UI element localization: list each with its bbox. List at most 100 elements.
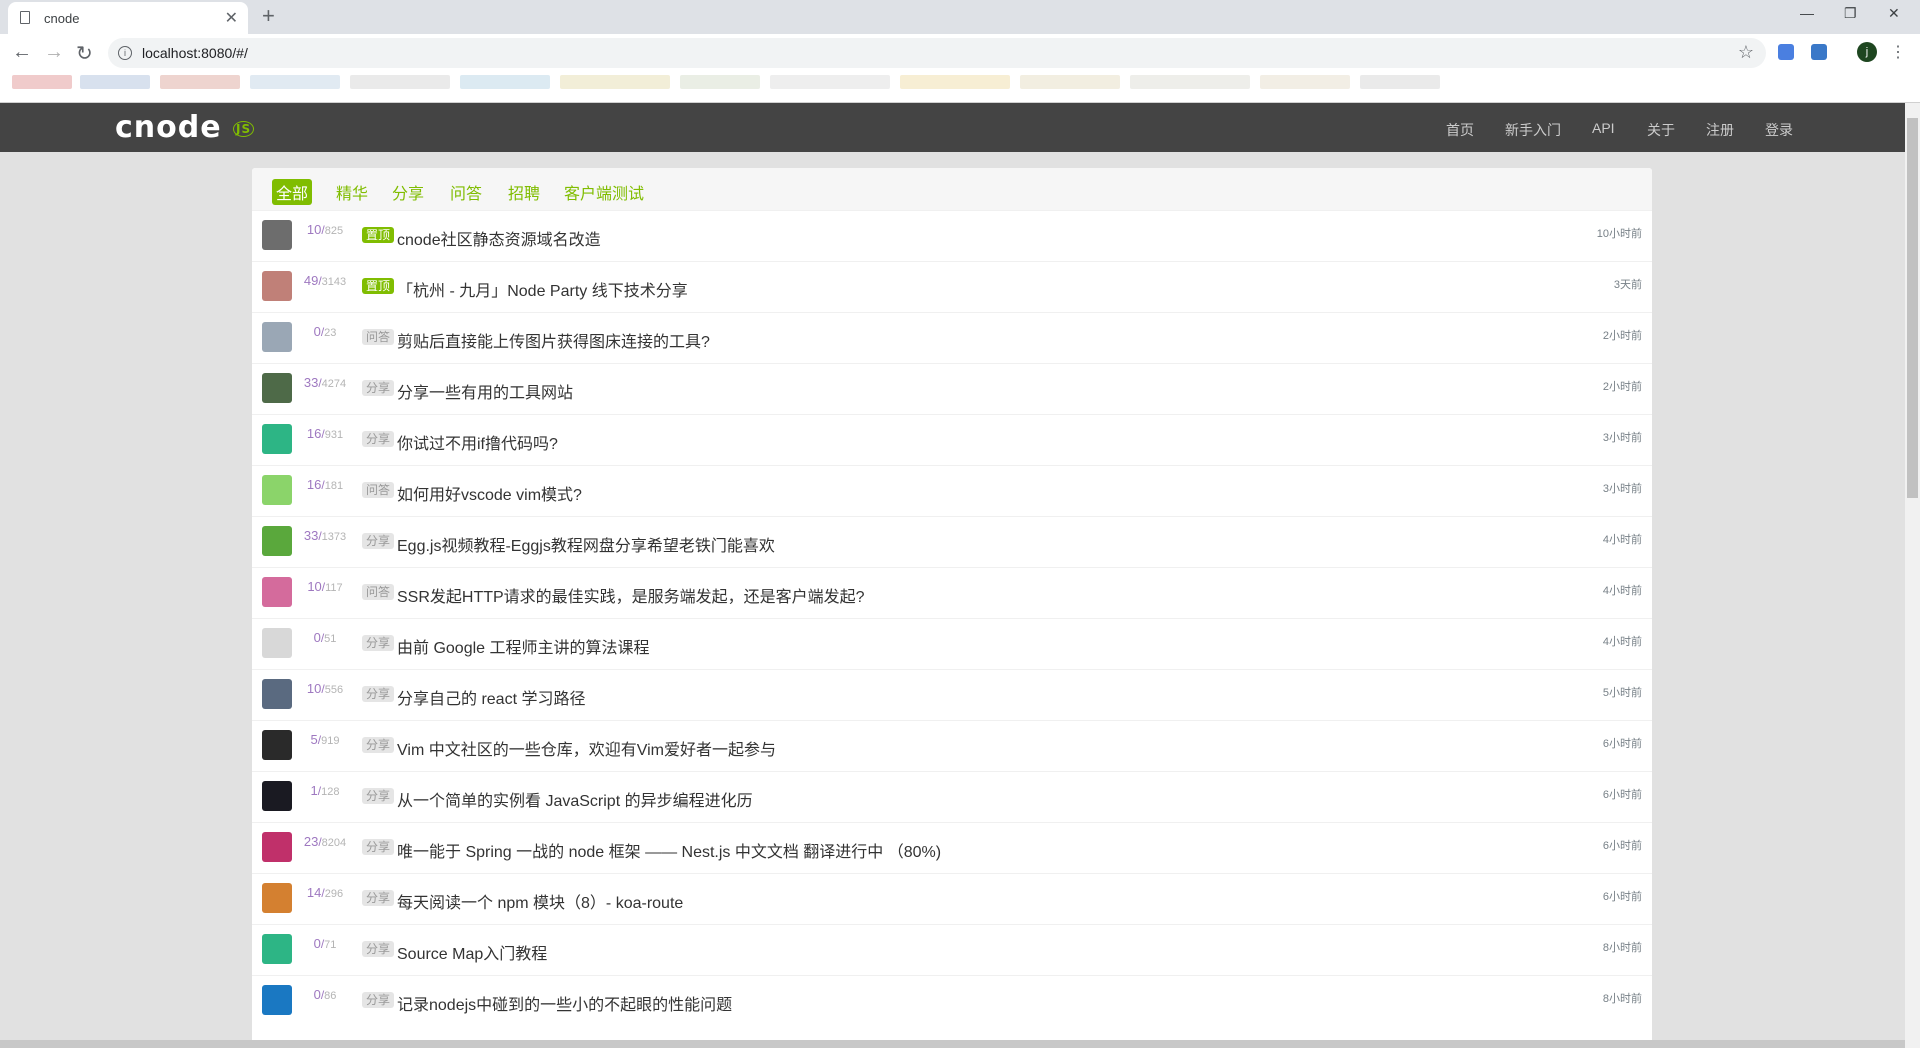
- user-avatar[interactable]: [262, 781, 292, 811]
- last-reply-time[interactable]: 10小时前: [1597, 225, 1642, 241]
- last-reply-time[interactable]: 2小时前: [1603, 378, 1642, 394]
- last-reply-time[interactable]: 3天前: [1614, 276, 1642, 292]
- tab-all[interactable]: 全部: [272, 179, 313, 205]
- topic-row[interactable]: 0/71 分享 Source Map入门教程 8小时前: [252, 924, 1652, 975]
- tab-good[interactable]: 精华: [332, 179, 372, 205]
- profile-avatar[interactable]: j: [1857, 42, 1877, 62]
- reload-icon[interactable]: ↻: [76, 41, 93, 66]
- last-reply-time[interactable]: 3小时前: [1603, 429, 1642, 445]
- user-avatar[interactable]: [262, 832, 292, 862]
- topic-row[interactable]: 23/8204 分享 唯一能于 Spring 一战的 node 框架 —— Nest…: [252, 822, 1652, 873]
- bookmark-item[interactable]: [80, 75, 150, 89]
- nav-api[interactable]: API: [1592, 120, 1615, 136]
- topic-title[interactable]: 你试过不用if撸代码吗?: [397, 430, 558, 454]
- topic-row[interactable]: 0/86 分享 记录nodejs中碰到的一些小的不起眼的性能问题 8小时前: [252, 975, 1652, 1026]
- close-tab-icon[interactable]: ✕: [225, 8, 238, 28]
- nav-home[interactable]: 首页: [1446, 120, 1474, 140]
- bookmark-item[interactable]: [680, 75, 760, 89]
- nav-signin[interactable]: 登录: [1765, 120, 1793, 140]
- topic-row[interactable]: 16/931 分享 你试过不用if撸代码吗? 3小时前: [252, 414, 1652, 465]
- tab-dev[interactable]: 客户端测试: [560, 179, 648, 205]
- bookmark-item[interactable]: [12, 75, 72, 89]
- nav-getstart[interactable]: 新手入门: [1505, 120, 1561, 140]
- topic-title[interactable]: 唯一能于 Spring 一战的 node 框架 —— Nest.js 中文文档 …: [397, 838, 941, 862]
- last-reply-time[interactable]: 4小时前: [1603, 582, 1642, 598]
- user-avatar[interactable]: [262, 475, 292, 505]
- user-avatar[interactable]: [262, 628, 292, 658]
- extension-icon[interactable]: [1811, 44, 1827, 60]
- topic-title[interactable]: 「杭州 - 九月」Node Party 线下技术分享: [397, 277, 688, 301]
- topic-title[interactable]: 分享一些有用的工具网站: [397, 379, 573, 403]
- topic-title[interactable]: Vim 中文社区的一些仓库，欢迎有Vim爱好者一起参与: [397, 736, 776, 760]
- forward-icon[interactable]: →: [44, 41, 64, 64]
- tab-job[interactable]: 招聘: [504, 179, 544, 205]
- last-reply-time[interactable]: 4小时前: [1603, 633, 1642, 649]
- user-avatar[interactable]: [262, 883, 292, 913]
- bookmark-item[interactable]: [1020, 75, 1120, 89]
- bookmark-star-icon[interactable]: ☆: [1738, 42, 1754, 63]
- minimize-icon[interactable]: —: [1800, 5, 1814, 21]
- bookmark-item[interactable]: [1130, 75, 1250, 89]
- bookmark-item[interactable]: [460, 75, 550, 89]
- bookmark-item[interactable]: [900, 75, 1010, 89]
- topic-row[interactable]: 49/3143 置顶 「杭州 - 九月」Node Party 线下技术分享 3天前: [252, 261, 1652, 312]
- topic-row[interactable]: 0/23 问答 剪贴后直接能上传图片获得图床连接的工具? 2小时前: [252, 312, 1652, 363]
- bookmark-item[interactable]: [160, 75, 240, 89]
- translate-extension-icon[interactable]: [1778, 44, 1794, 60]
- topic-title[interactable]: 从一个简单的实例看 JavaScript 的异步编程进化历: [397, 787, 753, 811]
- user-avatar[interactable]: [262, 220, 292, 250]
- topic-title[interactable]: 每天阅读一个 npm 模块（8）- koa-route: [397, 889, 683, 913]
- bookmark-item[interactable]: [1260, 75, 1350, 89]
- bookmark-item[interactable]: [1360, 75, 1440, 89]
- last-reply-time[interactable]: 6小时前: [1603, 735, 1642, 751]
- tab-share[interactable]: 分享: [388, 179, 428, 205]
- user-avatar[interactable]: [262, 271, 292, 301]
- last-reply-time[interactable]: 2小时前: [1603, 327, 1642, 343]
- browser-menu-icon[interactable]: ⋮: [1890, 42, 1906, 62]
- scrollbar-thumb[interactable]: [1907, 118, 1918, 498]
- window-close-icon[interactable]: ✕: [1888, 5, 1900, 22]
- topic-title[interactable]: 记录nodejs中碰到的一些小的不起眼的性能问题: [397, 991, 732, 1015]
- cnode-logo[interactable]: cnode JS: [115, 110, 255, 145]
- topic-row[interactable]: 33/1373 分享 Egg.js视频教程-Eggjs教程网盘分享希望老铁门能喜欢 4…: [252, 516, 1652, 567]
- user-avatar[interactable]: [262, 577, 292, 607]
- bookmark-item[interactable]: [560, 75, 670, 89]
- topic-row[interactable]: 10/117 问答 SSR发起HTTP请求的最佳实践，是服务端发起，还是客户端发起?…: [252, 567, 1652, 618]
- restore-icon[interactable]: ❐: [1844, 5, 1857, 22]
- site-info-icon[interactable]: i: [118, 46, 132, 60]
- topic-row[interactable]: 10/825 置顶 cnode社区静态资源域名改造 10小时前: [252, 210, 1652, 261]
- horizontal-scrollbar[interactable]: [0, 1040, 1905, 1048]
- topic-row[interactable]: 5/919 分享 Vim 中文社区的一些仓库，欢迎有Vim爱好者一起参与 6小时前: [252, 720, 1652, 771]
- last-reply-time[interactable]: 6小时前: [1603, 786, 1642, 802]
- new-tab-icon[interactable]: +: [262, 3, 275, 29]
- user-avatar[interactable]: [262, 985, 292, 1015]
- browser-tab[interactable]: cnode ✕: [8, 2, 248, 34]
- topic-row[interactable]: 1/128 分享 从一个简单的实例看 JavaScript 的异步编程进化历 6小时前: [252, 771, 1652, 822]
- topic-title[interactable]: cnode社区静态资源域名改造: [397, 226, 601, 250]
- bookmark-item[interactable]: [250, 75, 340, 89]
- topic-row[interactable]: 14/296 分享 每天阅读一个 npm 模块（8）- koa-route 6小时前: [252, 873, 1652, 924]
- bookmark-item[interactable]: [350, 75, 450, 89]
- last-reply-time[interactable]: 6小时前: [1603, 888, 1642, 904]
- user-avatar[interactable]: [262, 373, 292, 403]
- last-reply-time[interactable]: 8小时前: [1603, 990, 1642, 1006]
- topic-title[interactable]: 分享自己的 react 学习路径: [397, 685, 585, 709]
- last-reply-time[interactable]: 4小时前: [1603, 531, 1642, 547]
- user-avatar[interactable]: [262, 730, 292, 760]
- topic-title[interactable]: SSR发起HTTP请求的最佳实践，是服务端发起，还是客户端发起?: [397, 583, 865, 607]
- tab-ask[interactable]: 问答: [446, 179, 486, 205]
- last-reply-time[interactable]: 8小时前: [1603, 939, 1642, 955]
- user-avatar[interactable]: [262, 424, 292, 454]
- user-avatar[interactable]: [262, 526, 292, 556]
- topic-title[interactable]: Source Map入门教程: [397, 940, 547, 964]
- topic-title[interactable]: 剪贴后直接能上传图片获得图床连接的工具?: [397, 328, 710, 352]
- topic-title[interactable]: 由前 Google 工程师主讲的算法课程: [397, 634, 650, 658]
- topic-title[interactable]: 如何用好vscode vim模式?: [397, 481, 582, 505]
- nav-signup[interactable]: 注册: [1706, 120, 1734, 140]
- last-reply-time[interactable]: 6小时前: [1603, 837, 1642, 853]
- address-bar[interactable]: i localhost:8080/#/ ☆: [108, 38, 1766, 68]
- topic-row[interactable]: 10/556 分享 分享自己的 react 学习路径 5小时前: [252, 669, 1652, 720]
- topic-row[interactable]: 16/181 问答 如何用好vscode vim模式? 3小时前: [252, 465, 1652, 516]
- last-reply-time[interactable]: 5小时前: [1603, 684, 1642, 700]
- nav-about[interactable]: 关于: [1647, 120, 1675, 140]
